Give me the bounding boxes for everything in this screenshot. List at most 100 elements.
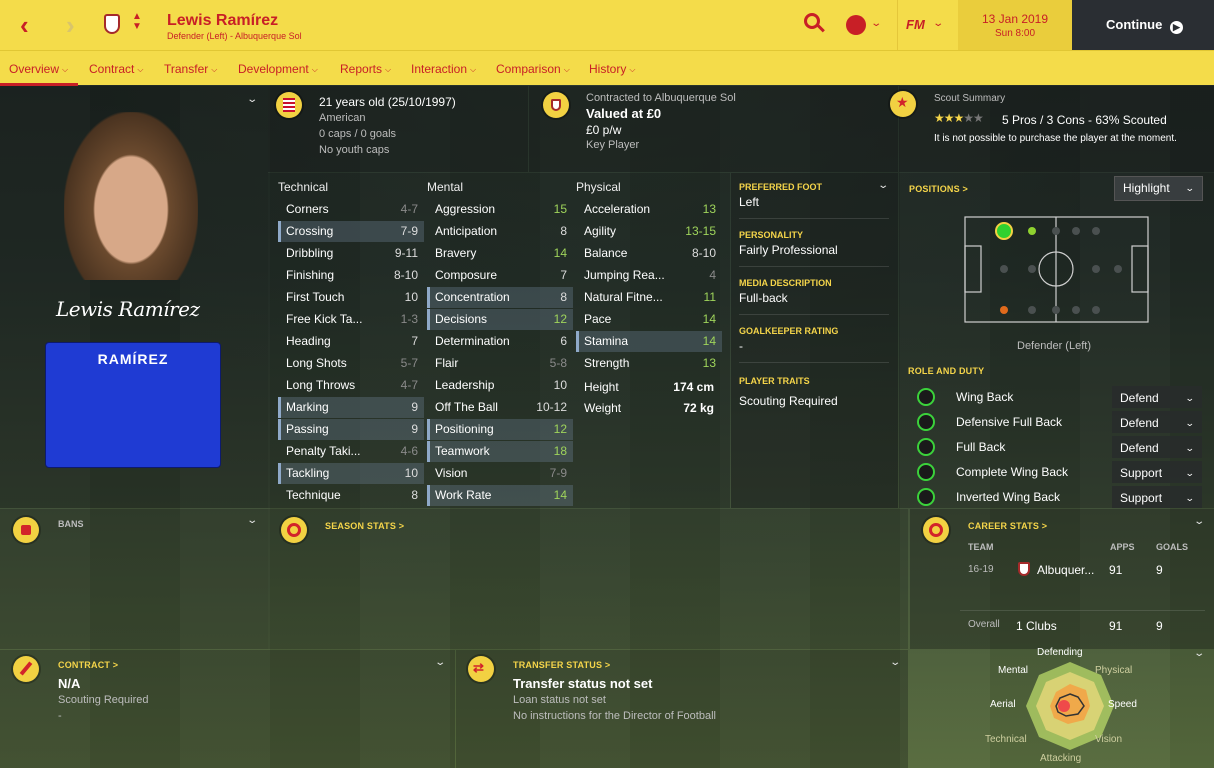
player-traits-label: PLAYER TRAITS: [739, 376, 810, 386]
attribute-name: Flair: [435, 356, 459, 370]
technical-header: Technical: [278, 180, 329, 194]
current-time: Sun 8:00: [994, 28, 1036, 39]
technical-attribute-row[interactable]: Long Shots 5-7: [278, 353, 424, 374]
physical-attribute-row[interactable]: Balance 8-10: [576, 243, 722, 264]
role-name: Inverted Wing Back: [956, 490, 1061, 504]
media-description: Full-back: [739, 291, 788, 305]
club-crest-icon[interactable]: [104, 14, 120, 34]
position-label: Defender (Left): [1017, 340, 1091, 352]
mental-attribute-row[interactable]: Teamwork 18: [427, 441, 573, 462]
back-arrow-icon[interactable]: ‹: [20, 10, 29, 41]
technical-attribute-row[interactable]: Penalty Taki... 4-6: [278, 441, 424, 462]
physical-attribute-row[interactable]: Natural Fitne... 11: [576, 287, 722, 308]
tab-transfer[interactable]: Transfer ⌵: [164, 62, 217, 76]
attribute-name: Work Rate: [435, 488, 492, 502]
attribute-name: Corners: [286, 202, 329, 216]
transfer-title[interactable]: TRANSFER STATUS >: [513, 660, 610, 670]
contract-title[interactable]: CONTRACT >: [58, 660, 118, 670]
tab-comparison[interactable]: Comparison ⌵: [496, 62, 570, 76]
tab-reports[interactable]: Reports ⌵: [340, 62, 391, 76]
fm-logo-icon[interactable]: FM: [906, 17, 925, 32]
mental-attribute-row[interactable]: Off The Ball 10-12: [427, 397, 573, 418]
technical-attribute-row[interactable]: Free Kick Ta... 1-3: [278, 309, 424, 330]
duty-dropdown[interactable]: Defend ⌄: [1112, 436, 1202, 458]
chevron-down-icon[interactable]: ⌄: [870, 18, 882, 29]
role-row[interactable]: Inverted Wing Back Support ⌄: [909, 485, 1202, 509]
mental-attribute-row[interactable]: Anticipation 8: [427, 221, 573, 242]
career-overall-label: Overall: [968, 619, 1000, 630]
globe-icon[interactable]: [846, 15, 866, 35]
forward-arrow-icon[interactable]: ›: [66, 10, 75, 41]
tab-development[interactable]: Development ⌵: [238, 62, 318, 76]
technical-attribute-row[interactable]: Tackling 10: [278, 463, 424, 484]
technical-attribute-row[interactable]: Passing 9: [278, 419, 424, 440]
physical-attribute-row[interactable]: Acceleration 13: [576, 199, 722, 220]
mental-attribute-row[interactable]: Aggression 15: [427, 199, 573, 220]
technical-attribute-row[interactable]: Crossing 7-9: [278, 221, 424, 242]
physical-attribute-row[interactable]: Agility 13-15: [576, 221, 722, 242]
transfer-chevron-icon[interactable]: ⌄: [889, 657, 901, 668]
mental-attribute-row[interactable]: Work Rate 14: [427, 485, 573, 506]
duty-dropdown[interactable]: Defend ⌄: [1112, 386, 1202, 408]
player-switch-icon[interactable]: ▲ ▼: [132, 12, 142, 32]
contract-chevron-icon[interactable]: ⌄: [434, 657, 446, 668]
physical-attribute-row[interactable]: Jumping Rea... 4: [576, 265, 722, 286]
mental-attribute-row[interactable]: Concentration 8: [427, 287, 573, 308]
technical-attribute-row[interactable]: First Touch 10: [278, 287, 424, 308]
mental-attribute-row[interactable]: Positioning 12: [427, 419, 573, 440]
attribute-value: 12: [553, 312, 567, 326]
role-suitability-icon: [917, 438, 935, 456]
season-stats-title[interactable]: SEASON STATS >: [325, 521, 404, 531]
tab-contract[interactable]: Contract ⌵: [89, 62, 143, 76]
attribute-name: Pace: [584, 312, 612, 326]
attribute-name: Heading: [286, 334, 331, 348]
duty-dropdown[interactable]: Support ⌄: [1112, 461, 1202, 483]
profile-chevron-icon[interactable]: ⌄: [246, 94, 258, 105]
card-icon: [13, 517, 39, 543]
mental-attribute-row[interactable]: Determination 6: [427, 331, 573, 352]
tab-history[interactable]: History ⌵: [589, 62, 635, 76]
technical-attribute-row[interactable]: Dribbling 9-11: [278, 243, 424, 264]
radar-chevron-icon[interactable]: ⌄: [1193, 648, 1205, 659]
duty-dropdown[interactable]: Defend ⌄: [1112, 411, 1202, 433]
role-row[interactable]: Defensive Full Back Defend ⌄: [909, 410, 1202, 434]
technical-attribute-row[interactable]: Heading 7: [278, 331, 424, 352]
technical-attribute-row[interactable]: Finishing 8-10: [278, 265, 424, 286]
role-row[interactable]: Complete Wing Back Support ⌄: [909, 460, 1202, 484]
duty-dropdown[interactable]: Support ⌄: [1112, 486, 1202, 508]
date-panel[interactable]: 13 Jan 2019 Sun 8:00: [958, 0, 1072, 50]
positions-title[interactable]: POSITIONS >: [909, 184, 968, 194]
fm-menu-chevron-icon[interactable]: ⌄: [932, 18, 944, 29]
technical-attribute-row[interactable]: Marking 9: [278, 397, 424, 418]
highlight-dropdown[interactable]: Highlight ⌄: [1114, 176, 1203, 201]
role-row[interactable]: Full Back Defend ⌄: [909, 435, 1202, 459]
info-chevron-icon[interactable]: ⌄: [877, 180, 889, 191]
career-overall-apps: 91: [1109, 619, 1123, 633]
mental-attribute-row[interactable]: Vision 7-9: [427, 463, 573, 484]
career-stats-title[interactable]: CAREER STATS >: [968, 521, 1047, 531]
mental-attribute-row[interactable]: Leadership 10: [427, 375, 573, 396]
mental-header: Mental: [427, 180, 464, 194]
technical-attribute-row[interactable]: Corners 4-7: [278, 199, 424, 220]
physical-attribute-row[interactable]: Stamina 14: [576, 331, 722, 352]
mental-attribute-row[interactable]: Decisions 12: [427, 309, 573, 330]
tab-interaction[interactable]: Interaction ⌵: [411, 62, 476, 76]
bans-chevron-icon[interactable]: ⌄: [246, 515, 258, 526]
mental-attribute-row[interactable]: Bravery 14: [427, 243, 573, 264]
mental-attribute-row[interactable]: Composure 7: [427, 265, 573, 286]
player-shirt: RAMÍREZ: [45, 342, 221, 468]
attribute-value: 7-9: [400, 224, 418, 238]
career-club[interactable]: Albuquer...: [1037, 563, 1094, 577]
technical-attribute-row[interactable]: Long Throws 4-7: [278, 375, 424, 396]
career-chevron-icon[interactable]: ⌄: [1193, 516, 1205, 527]
physical-attribute-row[interactable]: Pace 14: [576, 309, 722, 330]
attribute-value: 8-10: [691, 246, 716, 260]
role-row[interactable]: Wing Back Defend ⌄: [909, 385, 1202, 409]
mental-attribute-row[interactable]: Flair 5-8: [427, 353, 573, 374]
technical-attribute-row[interactable]: Technique 8: [278, 485, 424, 506]
physical-attribute-row[interactable]: Strength 13: [576, 353, 722, 374]
tab-overview[interactable]: Overview ⌵: [9, 62, 68, 76]
height-value: 174 cm: [673, 380, 714, 394]
duty-value: Support: [1120, 466, 1163, 480]
continue-button[interactable]: Continue ▶: [1072, 0, 1214, 50]
